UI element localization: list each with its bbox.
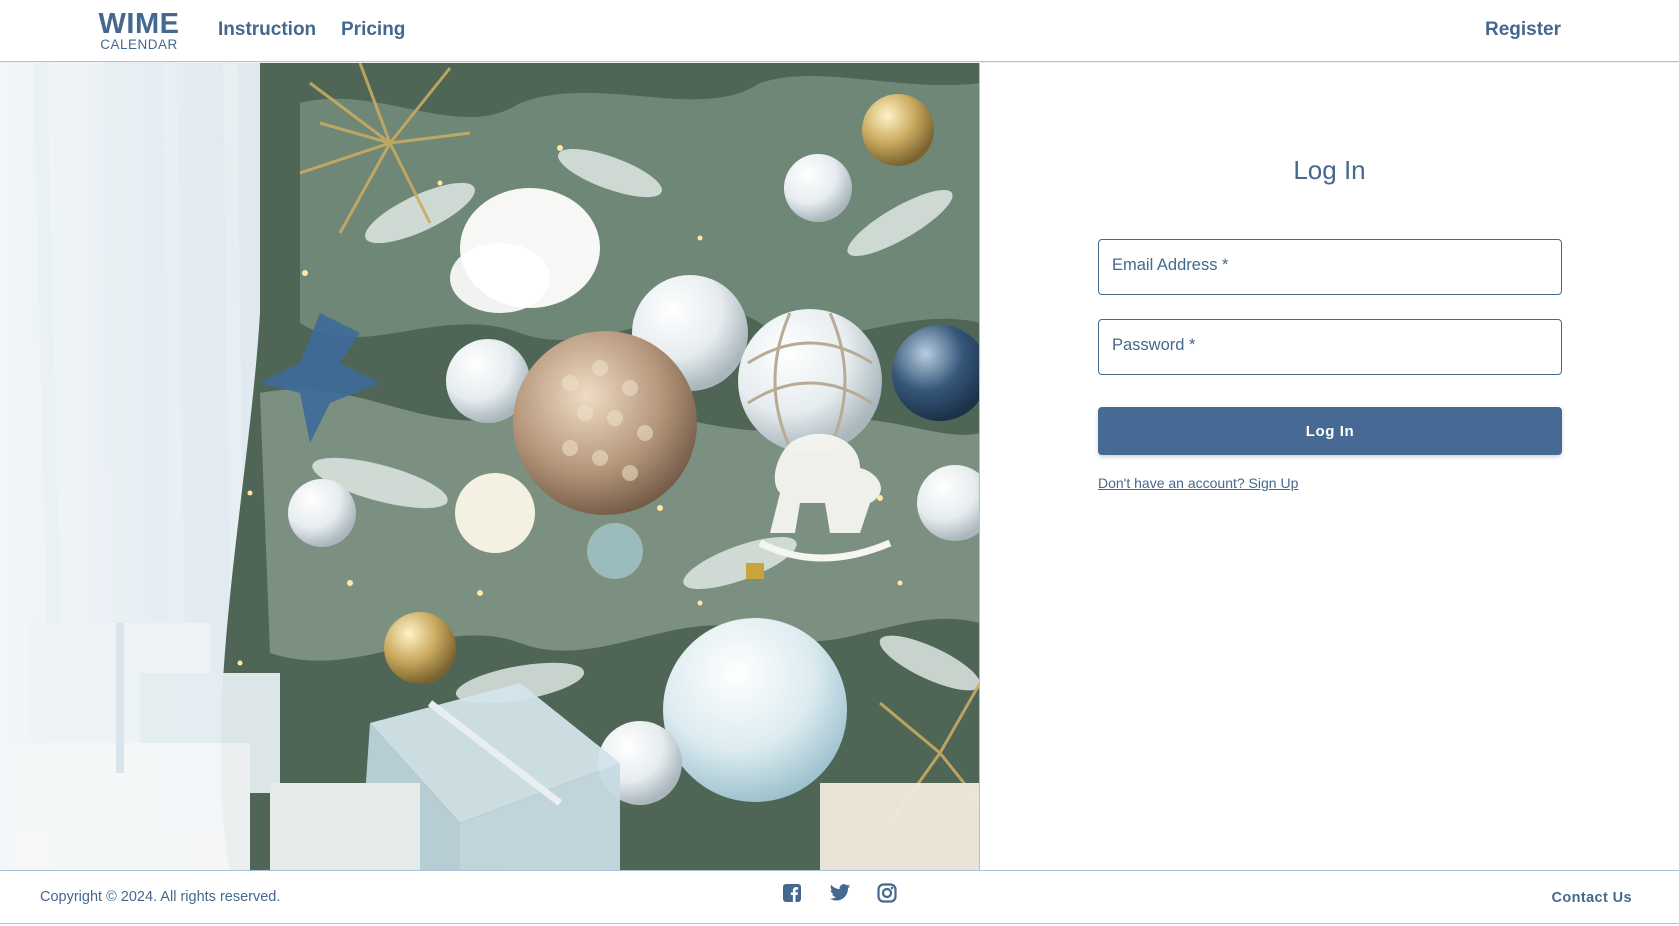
facebook-icon[interactable] xyxy=(782,883,804,905)
logo-title: WIME xyxy=(98,8,180,40)
email-field[interactable]: Email Address * xyxy=(1098,239,1562,295)
password-input[interactable] xyxy=(1099,320,1561,374)
login-heading: Log In xyxy=(1293,155,1366,185)
login-submit-button[interactable]: Log In xyxy=(1098,407,1562,455)
instagram-icon[interactable] xyxy=(877,883,899,905)
nav-instruction-link[interactable]: Instruction xyxy=(218,19,316,41)
logo-subtitle: CALENDAR xyxy=(100,37,178,52)
wime-calendar-logo[interactable]: WIME CALENDAR xyxy=(96,10,182,52)
top-navbar: WIME CALENDAR Instruction Pricing Regist… xyxy=(0,0,1679,62)
sign-up-link[interactable]: Don't have an account? Sign Up xyxy=(1098,475,1298,491)
contact-us-link[interactable]: Contact Us xyxy=(1551,890,1632,906)
page-footer: Copyright © 2024. All rights reserved. C… xyxy=(0,870,1679,924)
ornaments-illustration xyxy=(0,63,980,870)
email-input[interactable] xyxy=(1099,240,1561,294)
twitter-icon[interactable] xyxy=(829,883,851,905)
hero-christmas-ornaments-image xyxy=(0,63,980,870)
nav-pricing-link[interactable]: Pricing xyxy=(341,19,405,41)
copyright-text: Copyright © 2024. All rights reserved. xyxy=(40,889,281,905)
password-field[interactable]: Password * xyxy=(1098,319,1562,375)
register-link[interactable]: Register xyxy=(1485,19,1561,41)
login-panel: Log In Email Address * Password * Log In… xyxy=(980,63,1679,870)
